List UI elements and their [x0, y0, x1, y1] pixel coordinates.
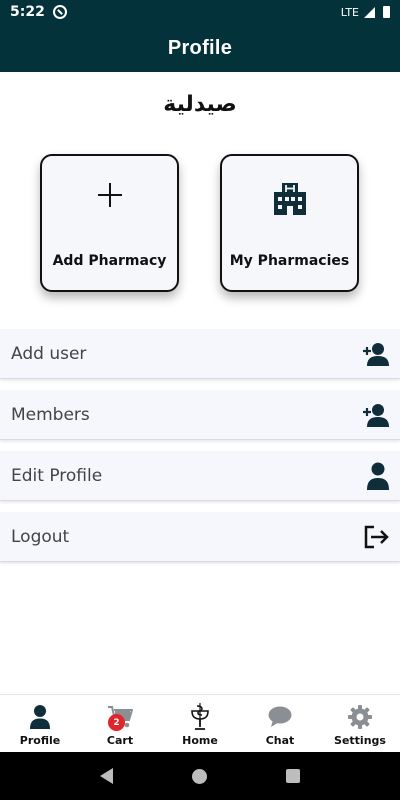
menu-item-label: Members [11, 404, 90, 425]
recent-apps-icon[interactable] [286, 769, 301, 783]
back-icon[interactable] [99, 768, 113, 784]
add-pharmacy-label: Add Pharmacy [52, 253, 167, 269]
my-pharmacies-label: My Pharmacies [229, 253, 350, 269]
my-pharmacies-card[interactable]: My Pharmacies [220, 154, 359, 292]
home-icon[interactable] [191, 768, 207, 784]
nav-settings[interactable]: Settings [320, 695, 400, 752]
bottom-navigation: Profile 2 Cart Home Chat Settings [0, 694, 400, 752]
network-type: LTE [340, 5, 359, 19]
nav-cart[interactable]: 2 Cart [80, 695, 160, 752]
plus-icon [97, 182, 123, 212]
nav-label: Profile [19, 734, 61, 747]
add-user-icon [363, 342, 389, 366]
menu-item-add-user[interactable]: Add user [0, 329, 400, 379]
menu-item-edit-profile[interactable]: Edit Profile [0, 451, 400, 501]
nav-home[interactable]: Home [160, 695, 240, 752]
menu-item-logout[interactable]: Logout [0, 512, 400, 562]
pharmacy-symbol-icon [189, 703, 211, 730]
signal-icon [364, 6, 375, 18]
user-icon [367, 462, 389, 490]
battery-icon [383, 6, 390, 18]
system-navigation-bar [0, 752, 400, 800]
organization-name: صيدلية [163, 92, 237, 117]
menu-item-members[interactable]: Members [0, 390, 400, 440]
profile-screen: 5:22 LTE Profile صيدلية Add Pharmacy My … [0, 0, 400, 800]
user-icon [30, 704, 50, 730]
menu-item-label: Edit Profile [11, 465, 103, 486]
cart-count-badge: 2 [108, 714, 125, 731]
status-time: 5:22 [10, 4, 45, 20]
app-bar: Profile [0, 24, 400, 72]
hospital-building-icon [273, 182, 307, 220]
nav-chat[interactable]: Chat [240, 695, 320, 752]
status-bar: 5:22 LTE [0, 0, 400, 24]
menu-item-label: Logout [11, 526, 70, 547]
do-not-disturb-icon [52, 5, 67, 19]
add-pharmacy-card[interactable]: Add Pharmacy [40, 154, 179, 292]
menu-item-label: Add user [11, 343, 87, 364]
nav-label: Home [182, 734, 218, 747]
chat-bubble-icon [268, 704, 292, 730]
nav-label: Chat [265, 734, 295, 747]
nav-profile[interactable]: Profile [0, 695, 80, 752]
page-title: Profile [167, 36, 233, 59]
status-indicators: LTE [341, 6, 390, 19]
add-user-icon [363, 403, 389, 427]
gear-icon [348, 704, 372, 730]
nav-label: Settings [334, 734, 386, 747]
logout-icon [363, 524, 389, 550]
nav-label: Cart [106, 734, 134, 747]
